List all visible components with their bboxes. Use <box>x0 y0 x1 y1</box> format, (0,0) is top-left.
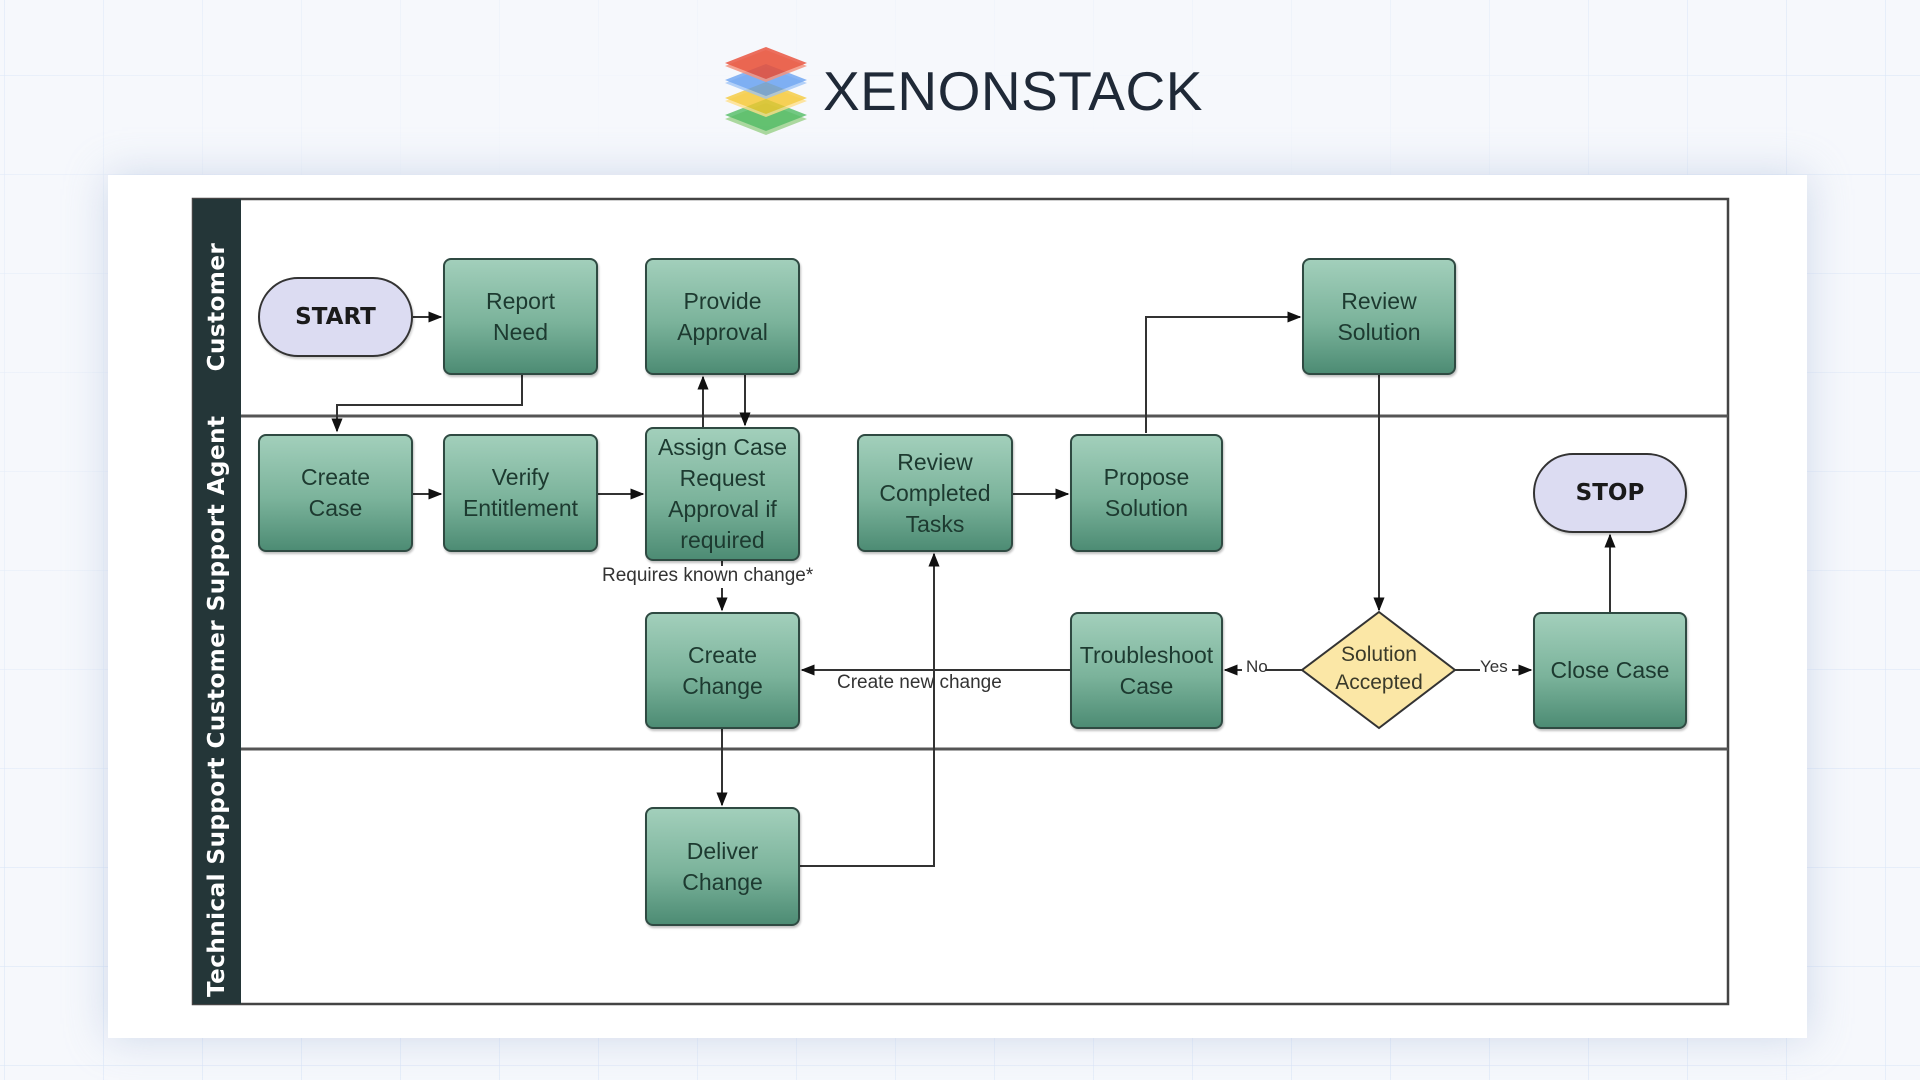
node-label: Close Case <box>1550 657 1670 683</box>
node-review-solution[interactable]: Review Solution <box>1302 258 1456 375</box>
lane-technical-support: Technical Support <box>193 749 241 1004</box>
lane-label-customer-support-agent: Customer Support Agent <box>204 415 230 749</box>
edge-label-yes: Yes <box>1480 657 1508 676</box>
stop-terminal[interactable]: STOP <box>1533 453 1687 533</box>
node-troubleshoot-case[interactable]: Troubleshoot Case <box>1070 612 1223 729</box>
node-review-completed-tasks[interactable]: Review Completed Tasks <box>857 434 1013 552</box>
edge-label-create-new-change: Create new change <box>837 672 1002 693</box>
stop-label: STOP <box>1575 480 1645 506</box>
node-label: Troubleshoot Case <box>1079 641 1214 699</box>
edge-deliver-reviewtasks <box>800 552 940 867</box>
node-label: Provide Approval <box>677 287 768 345</box>
node-label: Verify Entitlement <box>462 464 579 521</box>
node-label: Review Completed Tasks <box>879 448 991 537</box>
node-label: Create Change <box>682 641 763 699</box>
node-label: Create Case <box>300 464 371 521</box>
node-create-change[interactable]: Create Change <box>645 612 800 729</box>
decision-label: Solution Accepted <box>1335 643 1423 694</box>
node-deliver-change[interactable]: Deliver Change <box>645 807 800 926</box>
node-report-need[interactable]: Report Need <box>443 258 598 375</box>
node-provide-approval[interactable]: Provide Approval <box>645 258 800 375</box>
swimlane-diagram: Customer Customer Support Agent Technica… <box>0 0 1920 1080</box>
start-label: START <box>295 304 376 330</box>
node-label: Assign Case Request Approval if required <box>657 434 788 553</box>
lane-label-customer: Customer <box>204 242 230 372</box>
diagram-border <box>191 197 1730 1006</box>
node-label: Review Solution <box>1337 287 1421 345</box>
node-assign-case[interactable]: Assign Case Request Approval if required <box>645 427 800 561</box>
lane-label-technical-support: Technical Support <box>204 756 230 998</box>
start-terminal[interactable]: START <box>258 277 413 357</box>
node-verify-entitlement[interactable]: Verify Entitlement <box>443 434 598 552</box>
edge-label-requires-known-change: Requires known change* <box>602 565 814 586</box>
edge-report-createcase <box>331 375 523 433</box>
lane-customer-support-agent: Customer Support Agent <box>193 416 241 749</box>
edge-label-no: No <box>1246 657 1268 676</box>
node-label: Deliver Change <box>682 837 763 895</box>
node-close-case[interactable]: Close Case <box>1533 612 1687 729</box>
node-label: Propose Solution <box>1103 464 1190 521</box>
node-create-case[interactable]: Create Case <box>258 434 413 552</box>
node-label: Report Need <box>485 287 556 345</box>
lane-customer: Customer <box>193 199 241 416</box>
node-propose-solution[interactable]: Propose Solution <box>1070 434 1223 552</box>
